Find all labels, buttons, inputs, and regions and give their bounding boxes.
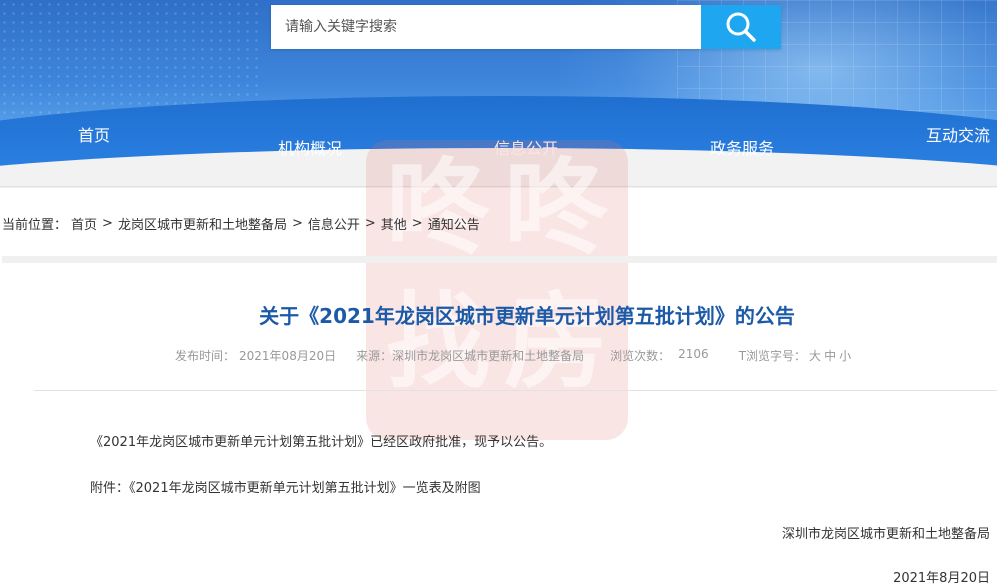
attachment-label: 附件： [90,481,130,496]
nav-item-interaction[interactable]: 互动交流 [926,122,990,146]
breadcrumb-separator: > [291,216,303,231]
font-size-large[interactable]: 大 [809,349,821,363]
breadcrumb: 当前位置： 首页 > 龙岗区城市更新和土地整备局 > 信息公开 > 其他 > 通… [2,214,480,233]
article-title: 关于《2021年龙岗区城市更新单元计划第五批计划》的公告 [259,304,795,328]
article-meta: 发布时间： 2021年08月20日 来源： 深圳市龙岗区城市更新和土地整备局 浏… [175,347,851,364]
signature-organization: 深圳市龙岗区城市更新和土地整备局 [781,527,990,542]
breadcrumb-separator: > [411,216,423,231]
font-size-small[interactable]: 小 [839,349,851,363]
nav-item-info-disclosure[interactable]: 信息公开 [494,135,558,159]
signature-date: 2021年8月20日 [893,571,990,586]
nav-item-home[interactable]: 首页 [78,122,110,146]
views-count: 2106 [678,347,709,361]
breadcrumb-info-disclosure[interactable]: 信息公开 [308,214,360,233]
breadcrumb-separator: > [364,216,376,231]
publish-date-label: 发布时间： [175,349,236,363]
search-icon [726,12,756,42]
breadcrumb-notices[interactable]: 通知公告 [428,214,480,233]
attachment-row: 附件：《2021年龙岗区城市更新单元计划第五批计划》一览表及附图 [90,477,481,496]
search-button[interactable] [701,5,781,49]
breadcrumb-prefix: 当前位置： [2,218,68,233]
font-size-switcher: T浏览字号：大中小 [739,347,851,364]
views-label: 浏览次数： [610,349,671,363]
search-input[interactable] [271,5,701,49]
content-divider [2,256,997,263]
breadcrumb-other[interactable]: 其他 [381,214,407,233]
source-label: 来源： [356,349,393,363]
nav-item-organization[interactable]: 机构概况 [278,135,342,159]
article-paragraph: 《2021年龙岗区城市更新单元计划第五批计划》已经区政府批准，现予以公告。 [90,435,553,450]
source-value: 深圳市龙岗区城市更新和土地整备局 [392,349,585,363]
attachment-link[interactable]: 《2021年龙岗区城市更新单元计划第五批计划》一览表及附图 [129,481,481,496]
nav-item-government-services[interactable]: 政务服务 [710,135,774,159]
header-divider [0,186,997,187]
font-size-medium[interactable]: 中 [824,349,836,363]
publish-date: 2021年08月20日 [239,349,337,363]
search-bar [271,5,781,49]
breadcrumb-bureau[interactable]: 龙岗区城市更新和土地整备局 [118,214,287,233]
article-divider [34,390,997,391]
breadcrumb-home[interactable]: 首页 [71,214,97,233]
breadcrumb-separator: > [102,216,113,231]
font-size-label: T浏览字号： [738,349,807,363]
